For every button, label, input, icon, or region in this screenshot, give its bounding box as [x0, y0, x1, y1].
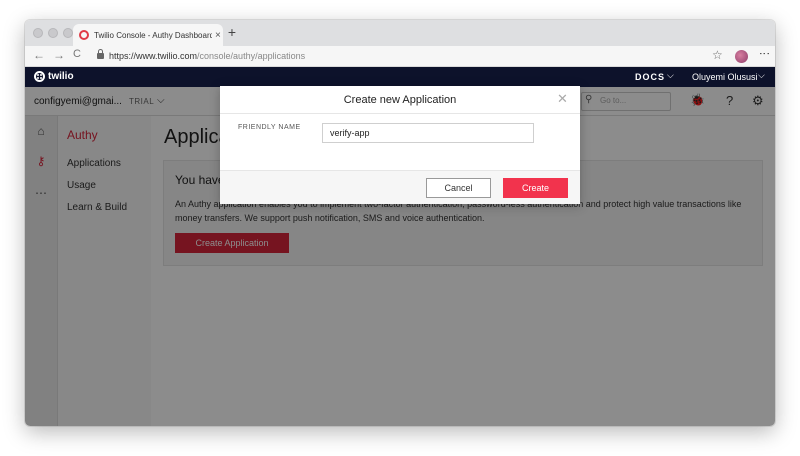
- lock-icon: [97, 49, 104, 59]
- back-icon[interactable]: ←: [33, 48, 45, 62]
- url-path: /console/authy/applications: [197, 51, 306, 61]
- tab-title: Twilio Console - Authy Dashboard: [94, 30, 212, 40]
- browser-tab[interactable]: Twilio Console - Authy Dashboard ×: [73, 24, 223, 46]
- url-host: https://www.twilio.com: [109, 51, 198, 61]
- twilio-topbar: twilio DOCS ⌵ Oluyemi Olususi ⌵: [25, 67, 775, 87]
- close-icon[interactable]: ✕: [557, 91, 568, 107]
- url-field[interactable]: https://www.twilio.com/console/authy/app…: [109, 51, 305, 61]
- dialog-header: Create new Application ✕: [220, 86, 580, 114]
- docs-menu[interactable]: DOCS: [635, 72, 665, 82]
- twilio-favicon-icon: [79, 30, 89, 40]
- dialog-title: Create new Application: [343, 94, 457, 106]
- address-bar: ← → C https://www.twilio.com/console/aut…: [25, 46, 775, 67]
- cancel-button[interactable]: Cancel: [426, 178, 491, 198]
- create-button[interactable]: Create: [503, 178, 568, 198]
- minimize-window-button[interactable]: [48, 28, 58, 38]
- new-tab-button[interactable]: +: [223, 24, 241, 40]
- user-menu[interactable]: Oluyemi Olususi: [692, 72, 758, 82]
- friendly-name-label: FRIENDLY NAME: [238, 124, 301, 131]
- twilio-logo-icon: [34, 71, 45, 82]
- browser-menu-icon[interactable]: ⋮: [758, 48, 771, 57]
- tab-strip: Twilio Console - Authy Dashboard × +: [25, 20, 775, 46]
- docs-chevron-down-icon: ⌵: [667, 70, 674, 80]
- profile-avatar[interactable]: [735, 50, 748, 63]
- close-window-button[interactable]: [33, 28, 43, 38]
- twilio-logo[interactable]: twilio: [34, 71, 74, 82]
- reload-icon[interactable]: C: [73, 48, 81, 60]
- bookmark-star-icon[interactable]: ☆: [712, 48, 723, 62]
- create-application-dialog: Create new Application ✕ FRIENDLY NAME v…: [220, 86, 580, 204]
- forward-icon[interactable]: →: [53, 48, 65, 62]
- zoom-window-button[interactable]: [63, 28, 73, 38]
- dialog-footer: Cancel Create: [220, 170, 580, 204]
- user-chevron-down-icon: ⌵: [758, 70, 765, 80]
- browser-window: Twilio Console - Authy Dashboard × + ← →…: [25, 20, 775, 426]
- twilio-logo-text: twilio: [48, 71, 74, 82]
- friendly-name-input[interactable]: verify-app: [322, 123, 534, 143]
- close-tab-icon[interactable]: ×: [215, 30, 221, 41]
